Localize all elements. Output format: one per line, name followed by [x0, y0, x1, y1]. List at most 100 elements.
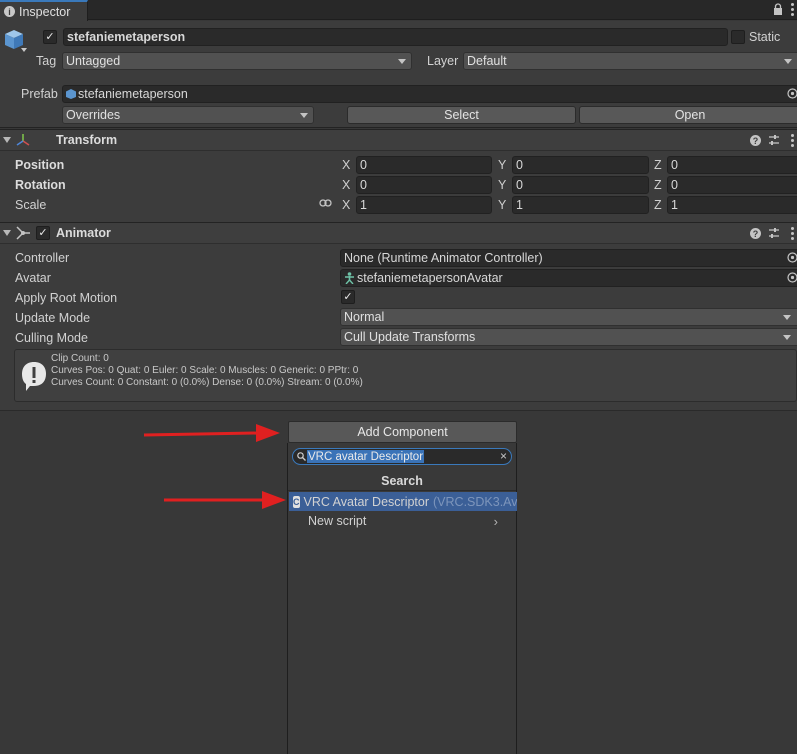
component-menu-icon[interactable]	[789, 227, 795, 240]
transform-title: Transform	[56, 133, 118, 147]
animator-icon	[16, 226, 30, 240]
position-y-field[interactable]: 0	[512, 156, 649, 174]
search-query-text: VRC avatar Descriptor	[307, 450, 425, 463]
new-script-item[interactable]: New script	[308, 512, 366, 531]
add-component-button[interactable]: Add Component	[288, 421, 517, 443]
avatar-field[interactable]: stefaniemetapersonAvatar	[340, 269, 797, 287]
foldout-arrow-icon[interactable]	[3, 137, 11, 143]
chevron-right-icon: ›	[493, 514, 498, 529]
rotation-y-value: 0	[516, 178, 523, 192]
position-y-value: 0	[516, 158, 523, 172]
component-menu-icon[interactable]	[789, 134, 795, 147]
update-mode-dropdown[interactable]: Normal	[340, 308, 797, 326]
object-picker-icon[interactable]	[787, 272, 797, 283]
tag-dropdown[interactable]: Untagged	[62, 52, 412, 70]
position-z-value: 0	[671, 158, 678, 172]
position-z-field[interactable]: 0	[667, 156, 797, 174]
annotation-arrow-icon	[143, 424, 280, 442]
transform-axes-icon	[16, 134, 30, 146]
chevron-down-icon	[783, 315, 791, 320]
object-picker-icon[interactable]	[787, 88, 797, 99]
result-name: VRC Avatar Descriptor	[303, 494, 430, 509]
lock-icon[interactable]	[773, 3, 783, 15]
more-menu-icon[interactable]	[789, 3, 795, 16]
rotation-z-field[interactable]: 0	[667, 176, 797, 194]
prefab-value: stefaniemetaperson	[78, 87, 188, 101]
inspector-tabbar	[0, 0, 797, 20]
search-result-vrc-avatar-descriptor[interactable]: C VRC Avatar Descriptor (VRC.SDK3.Av	[289, 492, 517, 511]
rotation-label: Rotation	[15, 178, 66, 192]
transform-header[interactable]	[0, 129, 797, 151]
position-x-value: 0	[360, 158, 367, 172]
axis-x-label: X	[342, 198, 351, 212]
object-name-value: stefaniemetaperson	[67, 30, 186, 44]
scale-z-value: 1	[671, 198, 678, 212]
axis-y-label: Y	[498, 178, 507, 192]
layer-dropdown[interactable]: Default	[463, 52, 797, 70]
culling-mode-label: Culling Mode	[15, 331, 88, 345]
object-picker-icon[interactable]	[787, 252, 797, 263]
info-line: Clip Count: 0	[51, 353, 109, 364]
animator-check: ✓	[38, 226, 48, 239]
info-icon: i	[4, 6, 15, 17]
scale-y-field[interactable]: 1	[512, 196, 649, 214]
overrides-dropdown[interactable]: Overrides	[62, 106, 314, 124]
controller-field[interactable]: None (Runtime Animator Controller)	[340, 249, 797, 267]
add-component-label: Add Component	[357, 425, 448, 439]
object-name-field[interactable]: stefaniemetaperson	[63, 28, 728, 46]
tag-label: Tag	[36, 54, 57, 68]
static-label: Static	[749, 30, 781, 44]
exclamation-speech-icon	[22, 362, 46, 391]
axis-z-label: Z	[654, 198, 662, 212]
chevron-down-icon	[783, 335, 791, 340]
controller-value: None (Runtime Animator Controller)	[344, 251, 543, 265]
scale-x-value: 1	[360, 198, 367, 212]
rotation-x-value: 0	[360, 178, 367, 192]
apply-root-motion-checkbox[interactable]: ✓	[341, 290, 355, 304]
apply-root-motion-label: Apply Root Motion	[15, 291, 118, 305]
active-toggle[interactable]: ✓	[43, 30, 57, 44]
animator-header[interactable]	[0, 222, 797, 244]
chevron-down-icon	[784, 59, 792, 64]
select-label: Select	[444, 108, 479, 122]
culling-mode-value: Cull Update Transforms	[344, 330, 476, 344]
open-prefab-button[interactable]: Open	[579, 106, 797, 124]
scale-x-field[interactable]: 1	[356, 196, 492, 214]
help-icon[interactable]: ?	[750, 135, 761, 146]
layer-label: Layer	[427, 54, 459, 68]
chevron-down-icon	[300, 113, 308, 118]
avatar-value: stefaniemetapersonAvatar	[357, 271, 503, 285]
add-component-popup: VRC avatar Descriptor × Search C VRC Ava…	[287, 443, 517, 754]
presets-icon[interactable]	[768, 134, 780, 146]
info-line: Curves Pos: 0 Quat: 0 Euler: 0 Scale: 0 …	[51, 365, 359, 376]
result-namespace: (VRC.SDK3.Av	[433, 494, 517, 509]
presets-icon[interactable]	[768, 227, 780, 239]
component-search-input[interactable]: VRC avatar Descriptor ×	[292, 448, 512, 465]
prefab-field[interactable]: stefaniemetaperson	[62, 85, 797, 103]
rotation-x-field[interactable]: 0	[356, 176, 492, 194]
avatar-label: Avatar	[15, 271, 51, 285]
animator-title: Animator	[56, 226, 111, 240]
tab-label: Inspector	[19, 4, 71, 19]
culling-mode-dropdown[interactable]: Cull Update Transforms	[340, 328, 797, 346]
clear-search-icon[interactable]: ×	[500, 449, 507, 463]
prefab-label: Prefab	[21, 87, 58, 101]
animator-enabled-toggle[interactable]: ✓	[36, 226, 50, 240]
scale-z-field[interactable]: 1	[667, 196, 797, 214]
axis-y-label: Y	[498, 158, 507, 172]
annotation-arrow-icon	[164, 491, 286, 509]
tag-value: Untagged	[66, 54, 121, 68]
tab-inspector[interactable]: i Inspector	[0, 0, 88, 21]
help-icon[interactable]: ?	[750, 228, 761, 239]
rotation-z-value: 0	[671, 178, 678, 192]
rotation-y-field[interactable]: 0	[512, 176, 649, 194]
axis-x-label: X	[342, 178, 351, 192]
foldout-arrow-icon[interactable]	[3, 230, 11, 236]
animator-info-box: Clip Count: 0 Curves Pos: 0 Quat: 0 Eule…	[14, 349, 797, 402]
static-toggle[interactable]	[731, 30, 745, 44]
update-mode-label: Update Mode	[15, 311, 91, 325]
select-prefab-button[interactable]: Select	[347, 106, 576, 124]
apply-root-motion-check: ✓	[343, 290, 353, 303]
constrain-proportions-link-icon[interactable]	[319, 198, 332, 208]
position-x-field[interactable]: 0	[356, 156, 492, 174]
